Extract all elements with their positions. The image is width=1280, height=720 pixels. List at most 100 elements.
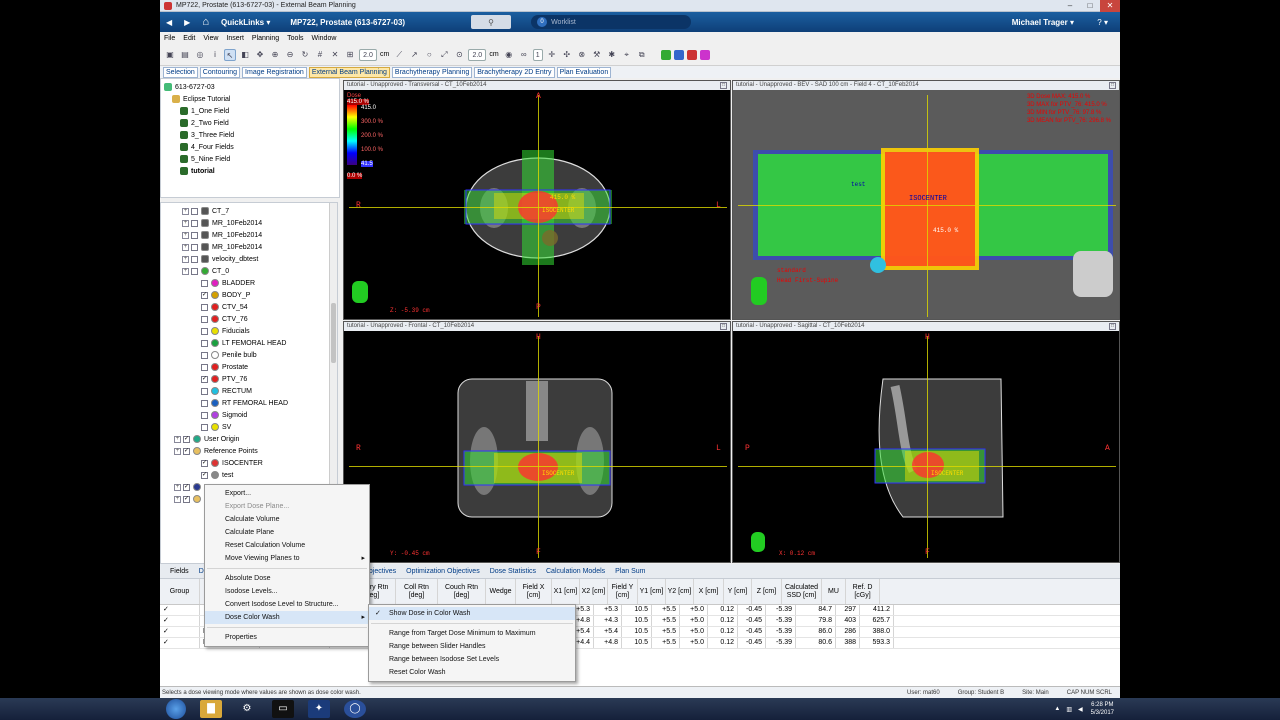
- expand-icon[interactable]: +: [174, 483, 181, 491]
- back-button[interactable]: ◀: [160, 12, 178, 32]
- window-level-icon[interactable]: ◧: [239, 49, 251, 61]
- structure-item[interactable]: + ✓ User Origin: [164, 433, 334, 445]
- start-button[interactable]: [166, 699, 186, 719]
- target2-icon[interactable]: ⊙: [453, 49, 465, 61]
- visibility-checkbox[interactable]: ✓: [183, 495, 190, 503]
- visibility-checkbox[interactable]: [191, 267, 198, 275]
- menu-file[interactable]: File: [164, 35, 175, 42]
- grid-icon[interactable]: #: [314, 49, 326, 61]
- context-menu-item[interactable]: Move Viewing Planes to ▸: [205, 552, 369, 565]
- tray-network-icon[interactable]: ▥: [1066, 706, 1072, 713]
- column-header[interactable]: Ref. D [cGy]: [846, 579, 880, 604]
- tree-item[interactable]: 2_Two Field: [164, 117, 336, 129]
- column-header[interactable]: Y1 [cm]: [638, 579, 666, 604]
- tree-item[interactable]: 5_Nine Field: [164, 153, 336, 165]
- pin-icon[interactable]: ⌖: [621, 49, 633, 61]
- quicklinks-menu[interactable]: QuickLinks ▾: [215, 12, 276, 32]
- tree-item[interactable]: Eclipse Tutorial: [164, 93, 336, 105]
- structure-item[interactable]: + CT_0: [164, 265, 334, 277]
- tab-calculation-models[interactable]: Calculation Models: [546, 568, 605, 575]
- structure-item[interactable]: + CT_7: [164, 205, 334, 217]
- structure-item[interactable]: +CTV_76: [164, 313, 334, 325]
- visibility-checkbox[interactable]: [191, 231, 198, 239]
- visibility-checkbox[interactable]: ✓: [183, 435, 190, 443]
- expand-icon[interactable]: +: [182, 243, 189, 251]
- structure-item[interactable]: +Prostate: [164, 361, 334, 373]
- slice-input[interactable]: 1: [532, 48, 543, 61]
- column-header[interactable]: Group: [160, 579, 200, 604]
- submenu-item[interactable]: ✓ Show Dose in Color Wash: [369, 607, 575, 620]
- close-button[interactable]: ✕: [1100, 0, 1120, 12]
- expand-icon[interactable]: +: [182, 267, 189, 275]
- ws-brachy-2d[interactable]: Brachytherapy 2D Entry: [474, 66, 555, 78]
- visibility-checkbox[interactable]: ✓: [201, 471, 208, 479]
- visibility-checkbox[interactable]: [201, 363, 208, 371]
- maximize-viewer-icon[interactable]: □: [1109, 82, 1116, 89]
- magenta-icon[interactable]: [699, 49, 710, 60]
- visibility-checkbox[interactable]: [201, 315, 208, 323]
- new-icon[interactable]: ▣: [164, 49, 176, 61]
- menu-planning[interactable]: Planning: [252, 35, 279, 42]
- expand-icon[interactable]: +: [182, 231, 189, 239]
- select-tool-icon[interactable]: ↖: [224, 48, 236, 61]
- eye-icon[interactable]: ◉: [503, 49, 515, 61]
- rotate-icon[interactable]: ↻: [299, 49, 311, 61]
- blue-grid-icon[interactable]: [673, 49, 684, 60]
- search-icon[interactable]: ⚲: [471, 15, 512, 29]
- tab-optimization-objectives[interactable]: Optimization Objectives: [406, 568, 480, 575]
- structure-item[interactable]: +✓PTV_76: [164, 373, 334, 385]
- column-header[interactable]: MU: [822, 579, 846, 604]
- menu-insert[interactable]: Insert: [226, 35, 244, 42]
- structure-item[interactable]: +RECTUM: [164, 385, 334, 397]
- expand-icon[interactable]: +: [174, 447, 181, 455]
- visibility-checkbox[interactable]: [201, 387, 208, 395]
- visibility-checkbox[interactable]: [201, 327, 208, 335]
- submenu-item[interactable]: Reset Color Wash: [369, 666, 575, 679]
- app-eclipse-icon[interactable]: ✦: [308, 700, 330, 718]
- arrow-tool-icon[interactable]: ↗: [408, 49, 420, 61]
- maximize-viewer-icon[interactable]: □: [720, 323, 727, 330]
- column-header[interactable]: Field Y [cm]: [608, 579, 638, 604]
- menu-tools[interactable]: Tools: [287, 35, 303, 42]
- star-icon[interactable]: ✱: [606, 49, 618, 61]
- expand-icon[interactable]: +: [182, 219, 189, 227]
- green-grid-icon[interactable]: [660, 49, 671, 60]
- structure-item[interactable]: +CTV_54: [164, 301, 334, 313]
- visibility-checkbox[interactable]: [201, 339, 208, 347]
- zoom-in-icon[interactable]: ⊕: [269, 49, 281, 61]
- column-header[interactable]: X2 [cm]: [580, 579, 608, 604]
- maximize-button[interactable]: □: [1080, 0, 1100, 12]
- menu-view[interactable]: View: [203, 35, 218, 42]
- ruler-icon[interactable]: ⊞: [344, 49, 356, 61]
- scroll-thumb[interactable]: [331, 303, 336, 363]
- margin-value-input[interactable]: 2.0: [468, 48, 487, 61]
- submenu-item[interactable]: Range from Target Dose Minimum to Maximu…: [369, 627, 575, 640]
- minimize-button[interactable]: –: [1060, 0, 1080, 12]
- target-icon[interactable]: ◎: [194, 49, 206, 61]
- column-header[interactable]: Wedge: [486, 579, 516, 604]
- context-menu-item[interactable]: Export Dose Plane...: [205, 500, 369, 513]
- forward-button[interactable]: ▶: [178, 12, 196, 32]
- expand-icon[interactable]: ⤢: [438, 49, 450, 61]
- column-header[interactable]: Y2 [cm]: [666, 579, 694, 604]
- visibility-checkbox[interactable]: [191, 219, 198, 227]
- viewer-bev[interactable]: tutorial - Unapproved - BEV - SAD 100 cm…: [732, 80, 1120, 320]
- circle-tool-icon[interactable]: ○: [423, 49, 435, 61]
- expand-icon[interactable]: +: [182, 207, 189, 215]
- worklist-box[interactable]: 0 Worklist: [531, 15, 692, 29]
- visibility-checkbox[interactable]: ✓: [201, 291, 208, 299]
- pan-icon[interactable]: ✥: [254, 49, 266, 61]
- expand-icon[interactable]: +: [174, 495, 181, 503]
- zoom-out-icon[interactable]: ⊖: [284, 49, 296, 61]
- maximize-viewer-icon[interactable]: □: [1109, 323, 1116, 330]
- visibility-checkbox[interactable]: [201, 423, 208, 431]
- crosshair-icon[interactable]: ✛: [546, 49, 558, 61]
- settings-icon[interactable]: ⚙: [236, 700, 258, 718]
- move-icon[interactable]: ✣: [561, 49, 573, 61]
- tab-fields[interactable]: Fields: [170, 568, 189, 575]
- structure-item[interactable]: +Sigmoid: [164, 409, 334, 421]
- context-menu-item[interactable]: Convert Isodose Level to Structure...: [205, 598, 369, 611]
- measure-value-input[interactable]: 2.0: [359, 48, 377, 61]
- menu-edit[interactable]: Edit: [183, 35, 195, 42]
- visibility-checkbox[interactable]: [191, 255, 198, 263]
